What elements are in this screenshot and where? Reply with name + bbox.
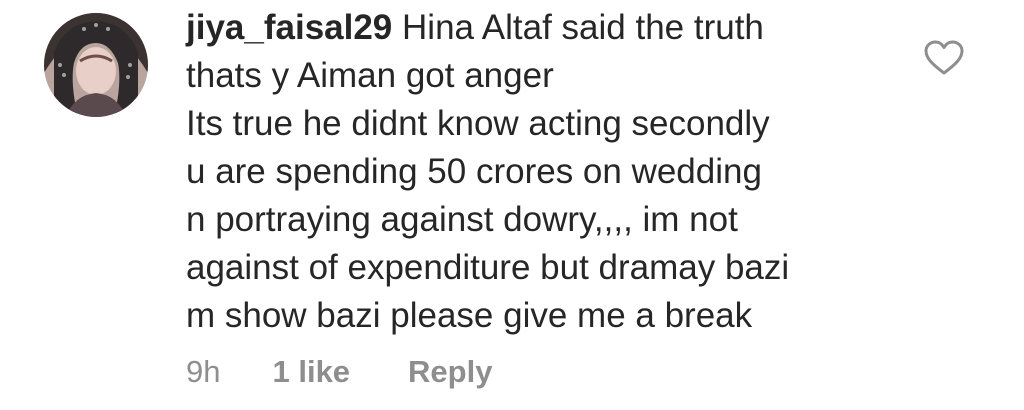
comment-meta: 9h 1 like Reply bbox=[186, 352, 492, 392]
comment-text-line: against of expenditure but dramay bazi bbox=[186, 248, 790, 287]
comment-username[interactable]: jiya_faisal29 bbox=[186, 8, 392, 47]
comment-text-line: n portraying against dowry,,,, im not bbox=[186, 200, 738, 239]
like-count[interactable]: 1 like bbox=[272, 354, 350, 389]
comment-time: 9h bbox=[186, 354, 221, 389]
avatar[interactable] bbox=[44, 13, 148, 117]
comment-text-line: m show bazi please give me a break bbox=[186, 296, 753, 335]
comment-text: jiya_faisal29 Hina Altaf said the truth … bbox=[186, 4, 946, 340]
comment-text-line: Its true he didnt know acting secondly bbox=[186, 104, 770, 143]
comment-text-line: thats y Aiman got anger bbox=[186, 56, 554, 95]
avatar-image bbox=[44, 13, 148, 117]
comment-text-line: Hina Altaf said the truth bbox=[402, 8, 764, 47]
comment-text-line: u are spending 50 crores on wedding bbox=[186, 152, 762, 191]
reply-button[interactable]: Reply bbox=[408, 354, 492, 389]
comment-line-1: jiya_faisal29 Hina Altaf said the truth bbox=[186, 4, 946, 52]
heart-outline-icon[interactable] bbox=[924, 40, 964, 76]
comment-item: jiya_faisal29 Hina Altaf said the truth … bbox=[0, 0, 1024, 410]
